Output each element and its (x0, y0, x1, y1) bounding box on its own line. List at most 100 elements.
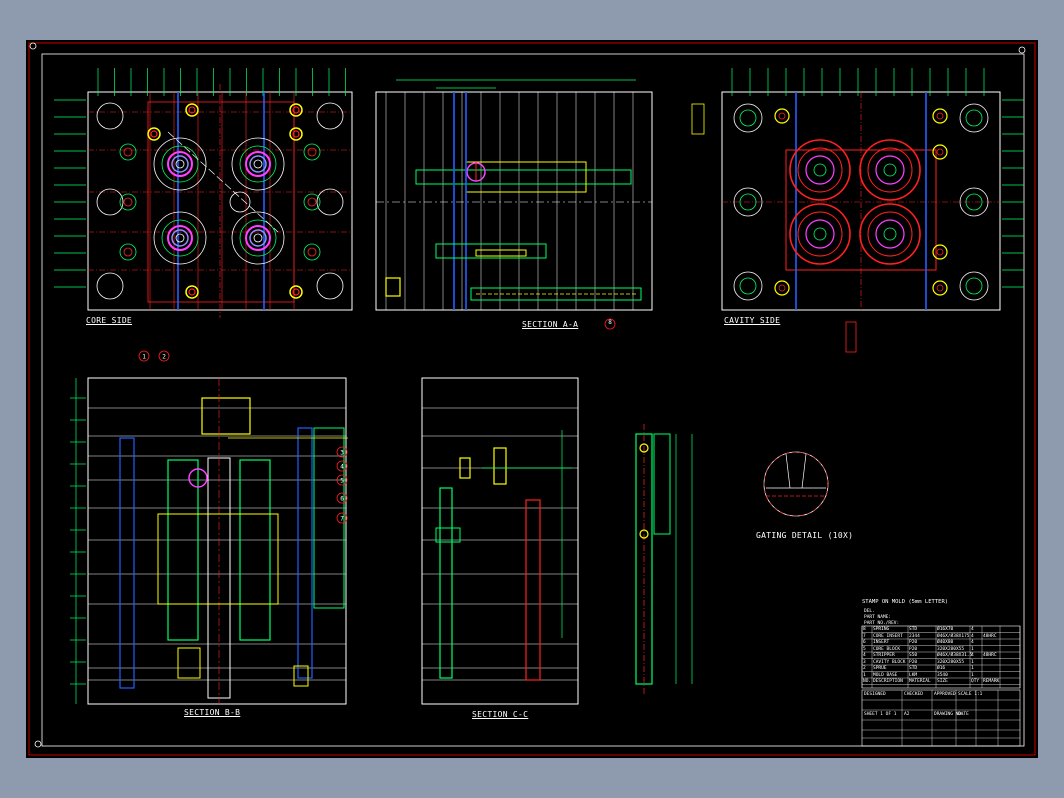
core-insert (167, 459, 199, 641)
screw-core (778, 112, 786, 120)
section-bb-outline (87, 377, 347, 705)
cavity-side-label: CAVITY SIDE (724, 316, 781, 325)
screw-hole (119, 193, 137, 211)
bom-cell: 1 (863, 672, 866, 678)
bom-cell: 4 (971, 633, 974, 639)
guide-pin-hole (733, 103, 763, 133)
gating-detail-label: GATING DETAIL (10X) (756, 531, 854, 540)
bom-header: REMARK (983, 679, 1000, 684)
guide-pin-hole (316, 102, 344, 130)
balloon-number: 3 (340, 450, 344, 457)
bom-header: QTY (971, 679, 980, 684)
bom-cell: 2344 (909, 633, 920, 639)
title-cell: DATE (958, 712, 969, 717)
bom-cell: 4 (971, 640, 974, 645)
guide-pin-hole (959, 271, 989, 301)
ejector-pin (289, 285, 303, 299)
balloon-number: 7 (340, 516, 344, 523)
balloon-number: 6 (340, 496, 344, 503)
balloon-number: 4 (340, 464, 344, 471)
balloon-number: 8 (608, 319, 612, 326)
bom-header: NO. (863, 679, 872, 684)
cavity-core (875, 219, 905, 249)
bom-cell: 5 (863, 646, 866, 652)
guide-pin-hole (96, 188, 124, 216)
screw-hole (932, 108, 948, 124)
guide-bush (965, 109, 983, 127)
gate-edge (785, 453, 791, 489)
title-cell: SCALE 1:1 (958, 692, 983, 697)
bom-cell: SPRING (873, 627, 890, 632)
core-insert (239, 459, 271, 641)
bom-cell: 6 (863, 640, 866, 645)
cavity-ring (867, 211, 913, 257)
ejector-plate-part (177, 647, 201, 679)
screw-core (123, 197, 133, 207)
guide-pin (297, 427, 313, 679)
section-bb-label: SECTION B-B (184, 708, 241, 717)
bom-cell: 48HRC (983, 653, 997, 658)
ejector-pin (289, 127, 303, 141)
guide-bush (739, 277, 757, 295)
cavity-ring (867, 147, 913, 193)
cavity-core (805, 155, 835, 185)
bom-cell: P20 (909, 659, 918, 665)
screw-hole (119, 243, 137, 261)
bom-cell: Ø46X/Ø38X175 (937, 633, 970, 639)
corner-mark-top-left (29, 42, 37, 50)
cavity-center (813, 163, 827, 177)
bom-cell: 1 (971, 659, 974, 665)
balloon-number: 1 (142, 354, 146, 361)
cavity-center (883, 163, 897, 177)
bom-cell: 320X280X55 (937, 659, 965, 665)
cavity-inner (171, 155, 189, 173)
screw-core (936, 284, 944, 292)
bom-cell: LKM (909, 672, 918, 678)
ejector-pin (185, 285, 199, 299)
guide-bush (739, 109, 757, 127)
cavity-center (253, 233, 263, 243)
bom-header: DESCRIPTION (873, 679, 903, 684)
corner-mark-bottom-left (34, 740, 42, 748)
screw-core (936, 248, 944, 256)
bom-header: SIZE (937, 679, 948, 684)
title-line-del: DEL. (864, 609, 875, 614)
screw-core (307, 247, 317, 257)
cavity-outer (789, 139, 851, 201)
bom-cell: S50 (909, 653, 918, 658)
cavity-core (805, 219, 835, 249)
title-line-part-no: PART NO./REV: (864, 621, 900, 626)
bom-cell: Ø16 (937, 666, 946, 671)
bom-cell: P20 (909, 646, 918, 652)
screw-core (778, 284, 786, 292)
guide-pin-hole (959, 103, 989, 133)
cavity-ring (797, 211, 843, 257)
bom-cell: STD (909, 666, 918, 671)
balloon-number: 2 (162, 354, 166, 361)
bom-cell: 320X280X55 (937, 646, 965, 652)
stop-block (691, 103, 705, 135)
slot (845, 321, 857, 353)
bom-cell: 48HRC (983, 633, 997, 639)
section-aa-outline (375, 91, 653, 311)
bom-cell: STD (909, 627, 918, 632)
screw-core (936, 148, 944, 156)
ejector-core (188, 288, 196, 296)
cavity-outer (789, 203, 851, 265)
bom-cell: Ø40X80 (937, 640, 954, 645)
ejector-rod (525, 499, 541, 681)
title-cell: SHEET 1 OF 1 (864, 712, 897, 717)
guide-pin (119, 437, 135, 689)
pin (493, 447, 507, 485)
bom-cell: 8 (863, 627, 866, 632)
screw-hole (119, 143, 137, 161)
cavity-side-outline (721, 91, 1001, 311)
stop-pin (293, 665, 309, 687)
bom-cell: STRIPPER (873, 653, 895, 658)
core-insert (415, 169, 632, 185)
guide-pin-hole (96, 102, 124, 130)
bom-cell: Ø16X70 (937, 627, 954, 632)
bom-cell: 3540 (937, 672, 948, 678)
title-cell: APPROVED (934, 692, 956, 697)
guide-pin-hole (316, 188, 344, 216)
